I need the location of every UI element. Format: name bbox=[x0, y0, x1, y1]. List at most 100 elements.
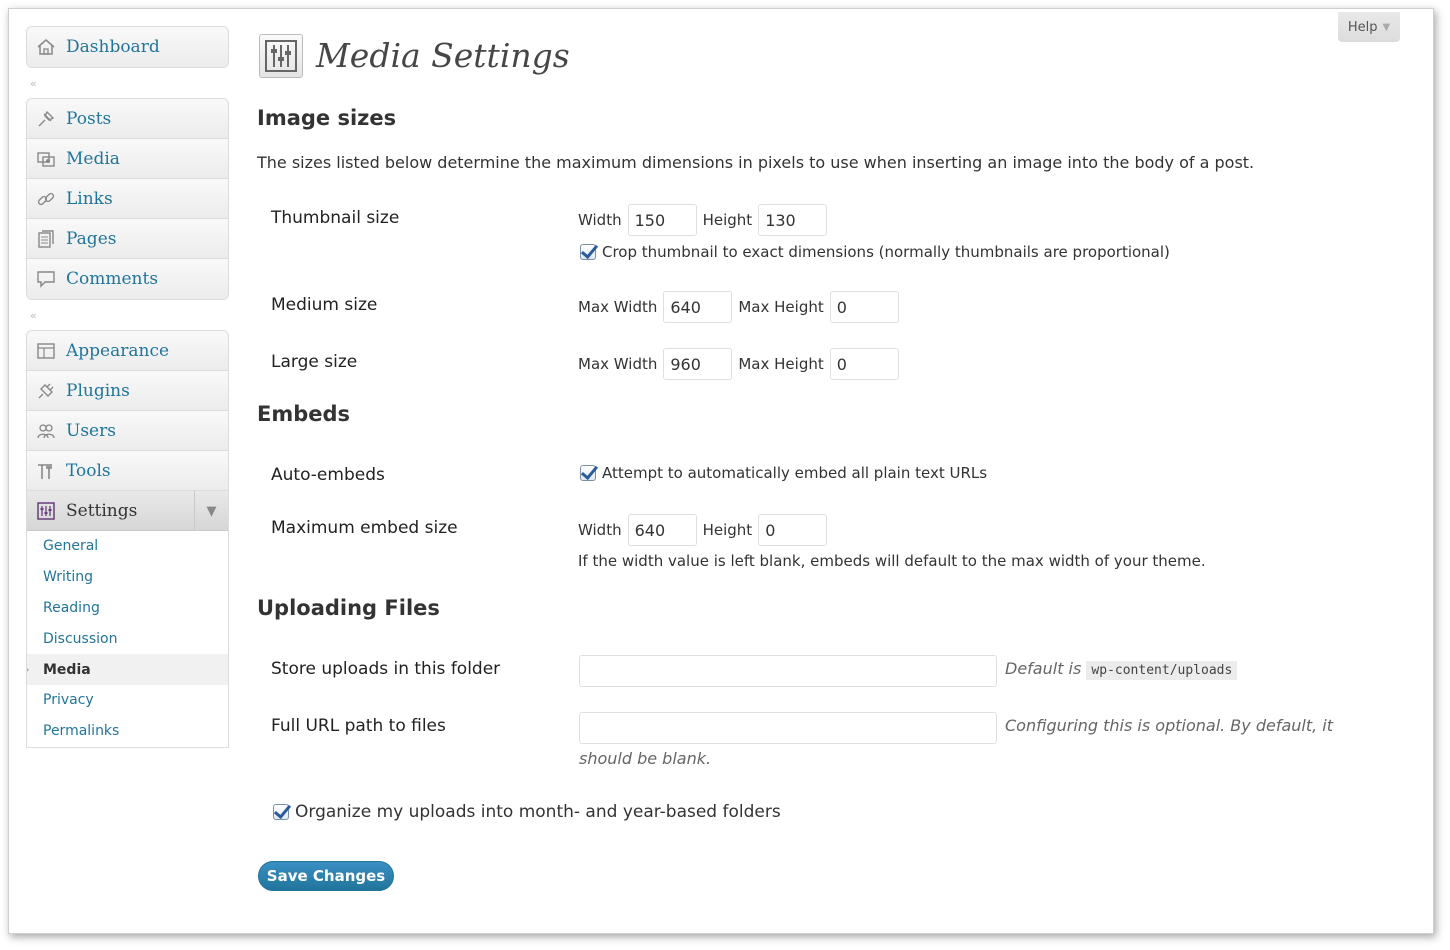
menu-label-tools: Tools bbox=[66, 460, 111, 481]
large-width-input[interactable] bbox=[663, 348, 733, 380]
crop-thumbnail-checkbox[interactable] bbox=[580, 244, 596, 260]
menu-item-dashboard[interactable]: Dashboard bbox=[27, 27, 228, 67]
max-embed-size-fields: Width Height bbox=[578, 514, 833, 546]
auto-embeds-row: Attempt to automatically embed all plain… bbox=[580, 464, 987, 482]
help-label: Help bbox=[1347, 19, 1378, 35]
store-uploads-hint: Default is wp-content/uploads bbox=[1005, 659, 1238, 680]
menu-item-pages[interactable]: Pages bbox=[27, 219, 228, 259]
thumbnail-height-input[interactable] bbox=[758, 204, 828, 236]
medium-width-label: Max Width bbox=[578, 298, 658, 316]
collapse-arrow-icon[interactable]: « bbox=[30, 77, 37, 90]
collapse-arrow-icon[interactable]: « bbox=[30, 309, 37, 322]
appearance-icon bbox=[35, 340, 57, 362]
embed-width-input[interactable] bbox=[627, 514, 697, 546]
menu-label-dashboard: Dashboard bbox=[66, 37, 160, 57]
full-url-hint-line2: should be blank. bbox=[579, 749, 712, 768]
thumbnail-height-label: Height bbox=[702, 211, 753, 229]
full-url-hint-line1: Configuring this is optional. By default… bbox=[1005, 716, 1334, 735]
submenu-item-permalinks[interactable]: Permalinks bbox=[27, 716, 228, 747]
menu-label-settings: Settings bbox=[66, 500, 138, 521]
large-size-fields: Max Width Max Height bbox=[578, 348, 905, 380]
settings-submenu: General Writing Reading Discussion › Med… bbox=[27, 531, 228, 747]
settings-icon bbox=[35, 500, 57, 522]
medium-size-fields: Max Width Max Height bbox=[578, 291, 905, 323]
menu-item-posts[interactable]: Posts bbox=[27, 99, 228, 139]
crop-thumbnail-row: Crop thumbnail to exact dimensions (norm… bbox=[580, 243, 1170, 261]
menu-label-media: Media bbox=[66, 148, 120, 169]
help-button[interactable]: Help ▼ bbox=[1338, 12, 1400, 42]
auto-embeds-checkbox[interactable] bbox=[580, 465, 596, 481]
tools-icon bbox=[35, 460, 57, 482]
embed-height-input[interactable] bbox=[758, 514, 828, 546]
menu-item-comments[interactable]: Comments bbox=[27, 259, 228, 299]
submenu-label-media: Media bbox=[43, 661, 91, 678]
chevron-down-icon: ▼ bbox=[1382, 21, 1391, 33]
submenu-item-reading[interactable]: Reading bbox=[27, 593, 228, 624]
embed-width-note: If the width value is left blank, embeds… bbox=[578, 552, 1206, 570]
dashboard-group: Dashboard bbox=[26, 26, 229, 68]
page-title: Media Settings bbox=[316, 36, 570, 75]
submenu-item-general[interactable]: General bbox=[27, 531, 228, 562]
full-url-input[interactable] bbox=[579, 712, 997, 744]
plugins-icon bbox=[35, 380, 57, 402]
medium-size-label: Medium size bbox=[271, 295, 378, 315]
crop-thumbnail-label: Crop thumbnail to exact dimensions (norm… bbox=[602, 243, 1170, 261]
menu-label-comments: Comments bbox=[66, 269, 159, 289]
menu-item-media[interactable]: Media bbox=[27, 139, 228, 179]
large-width-label: Max Width bbox=[578, 355, 658, 373]
current-indicator-icon: › bbox=[27, 663, 30, 676]
menu-item-plugins[interactable]: Plugins bbox=[27, 371, 228, 411]
menu-item-users[interactable]: Users bbox=[27, 411, 228, 451]
medium-height-label: Max Height bbox=[738, 298, 824, 316]
store-uploads-label: Store uploads in this folder bbox=[271, 659, 501, 679]
settings-page-icon bbox=[259, 34, 303, 78]
organize-uploads-checkbox[interactable] bbox=[273, 804, 289, 820]
menu-item-settings[interactable]: Settings ▼ bbox=[27, 491, 228, 531]
auto-embeds-label: Auto-embeds bbox=[271, 465, 385, 485]
users-icon bbox=[35, 420, 57, 442]
chevron-down-icon[interactable]: ▼ bbox=[194, 491, 228, 531]
pages-icon bbox=[35, 228, 57, 250]
admin-group: Appearance Plugins Users Tools Settings bbox=[26, 330, 229, 748]
submenu-item-privacy[interactable]: Privacy bbox=[27, 685, 228, 716]
dashboard-icon bbox=[35, 36, 57, 58]
store-uploads-input[interactable] bbox=[579, 655, 997, 687]
menu-label-pages: Pages bbox=[66, 228, 117, 249]
admin-sidebar: Dashboard « Posts Media Links Pages Comm… bbox=[26, 26, 229, 748]
submenu-item-discussion[interactable]: Discussion bbox=[27, 623, 228, 654]
menu-item-tools[interactable]: Tools bbox=[27, 451, 228, 491]
submenu-item-writing[interactable]: Writing bbox=[27, 562, 228, 593]
comments-icon bbox=[35, 268, 57, 290]
section-title-uploading-files: Uploading Files bbox=[257, 596, 440, 620]
max-embed-size-label: Maximum embed size bbox=[271, 518, 458, 538]
large-size-label: Large size bbox=[271, 352, 358, 372]
default-path-code: wp-content/uploads bbox=[1086, 661, 1238, 680]
large-height-label: Max Height bbox=[738, 355, 824, 373]
menu-label-posts: Posts bbox=[66, 108, 112, 129]
store-uploads-hint-text: Default is bbox=[1005, 659, 1082, 678]
links-icon bbox=[35, 188, 57, 210]
organize-uploads-label: Organize my uploads into month- and year… bbox=[295, 802, 781, 822]
thumbnail-size-fields: Width Height bbox=[578, 204, 833, 236]
thumbnail-size-label: Thumbnail size bbox=[271, 208, 400, 228]
submenu-item-media[interactable]: › Media bbox=[27, 654, 228, 685]
menu-separator: « bbox=[26, 300, 229, 330]
embed-height-label: Height bbox=[702, 521, 753, 539]
full-url-label: Full URL path to files bbox=[271, 716, 446, 736]
save-changes-button[interactable]: Save Changes bbox=[258, 861, 394, 891]
large-height-input[interactable] bbox=[829, 348, 899, 380]
menu-label-users: Users bbox=[66, 420, 116, 441]
pushpin-icon bbox=[35, 108, 57, 130]
image-sizes-description: The sizes listed below determine the max… bbox=[257, 153, 1255, 172]
medium-width-input[interactable] bbox=[663, 291, 733, 323]
medium-height-input[interactable] bbox=[829, 291, 899, 323]
menu-item-links[interactable]: Links bbox=[27, 179, 228, 219]
menu-item-appearance[interactable]: Appearance bbox=[27, 331, 228, 371]
embed-width-label: Width bbox=[578, 521, 622, 539]
menu-separator: « bbox=[26, 68, 229, 98]
media-icon bbox=[35, 148, 57, 170]
section-title-image-sizes: Image sizes bbox=[257, 106, 397, 130]
organize-uploads-row: Organize my uploads into month- and year… bbox=[273, 802, 781, 822]
auto-embeds-checkbox-label: Attempt to automatically embed all plain… bbox=[602, 464, 988, 482]
thumbnail-width-input[interactable] bbox=[627, 204, 697, 236]
